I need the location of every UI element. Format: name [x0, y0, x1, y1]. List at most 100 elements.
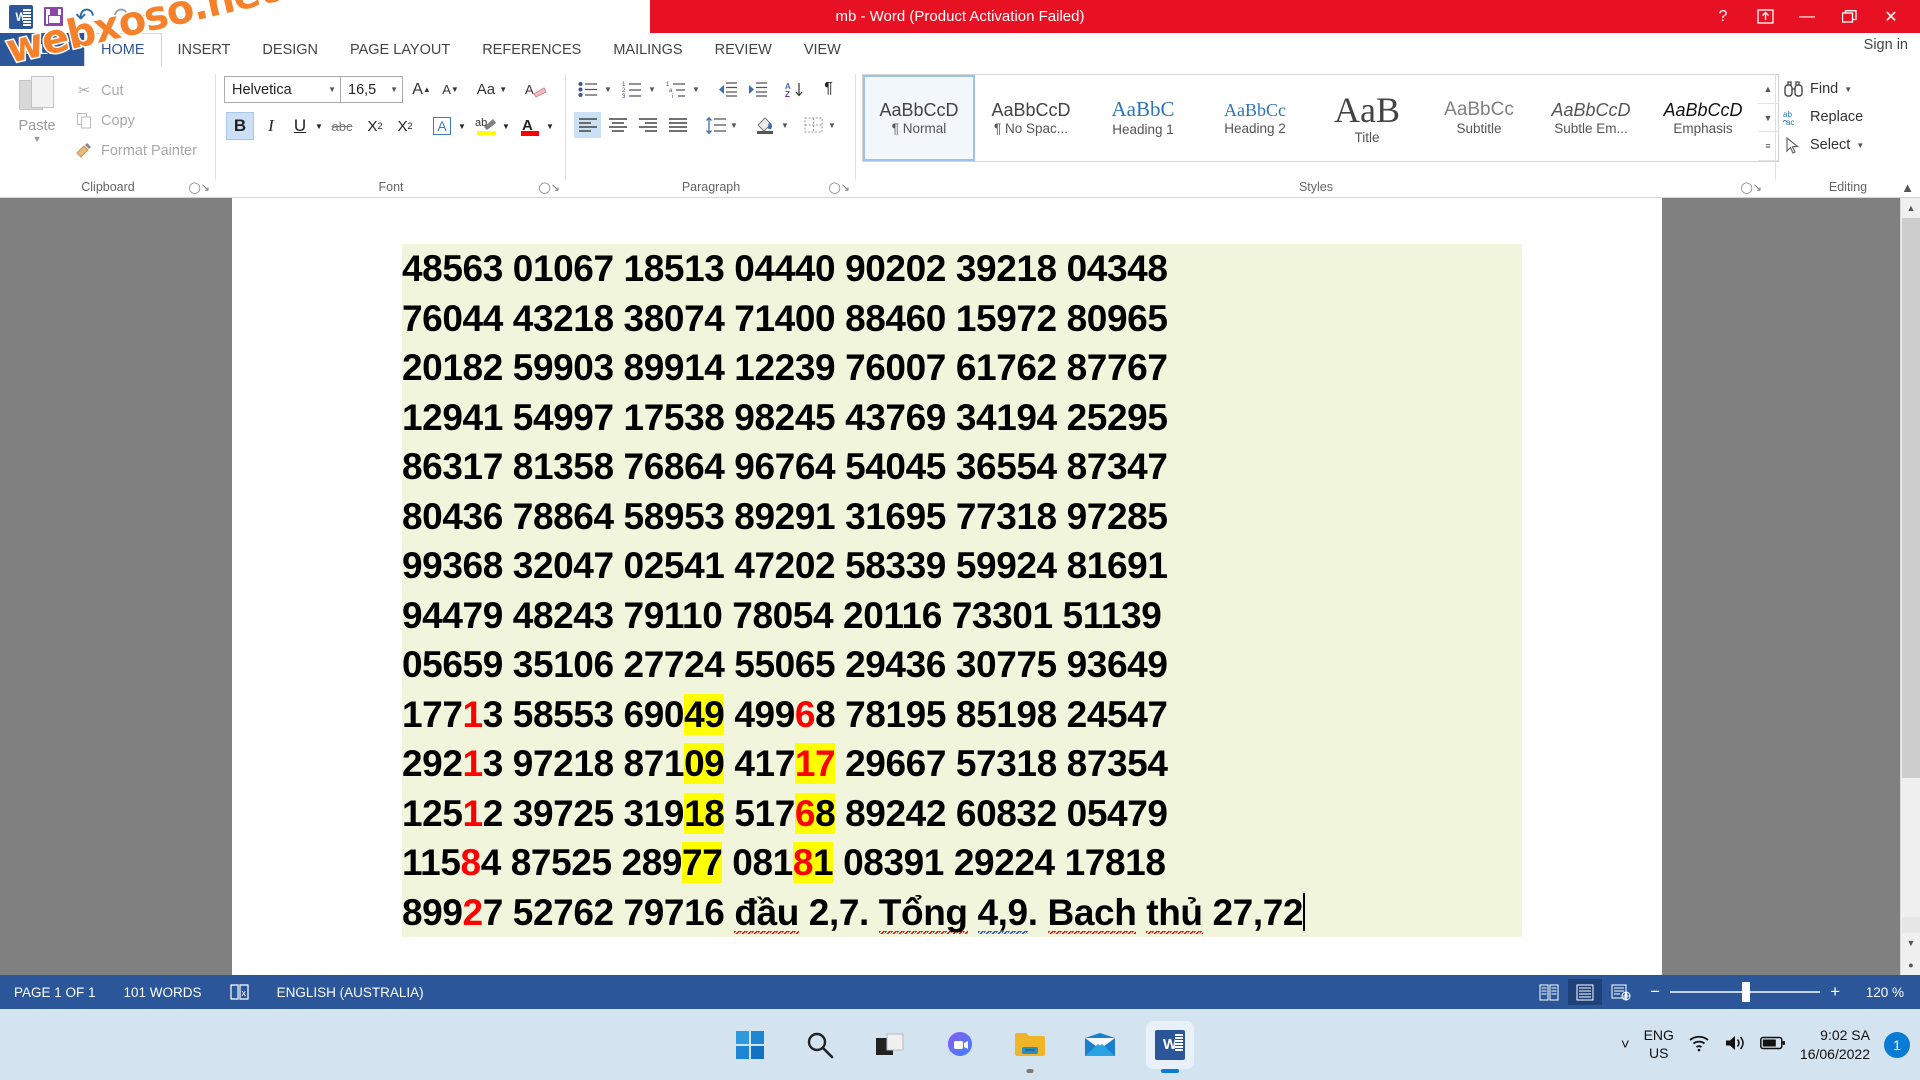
- numbering-icon[interactable]: 123: [618, 76, 645, 102]
- ribbon-display-options-icon[interactable]: [1744, 0, 1786, 33]
- document-line[interactable]: 11584 87525 28977 08181 08391 29224 1781…: [402, 838, 1522, 888]
- scrollbar-thumb[interactable]: [1902, 218, 1920, 778]
- shading-icon[interactable]: [752, 112, 779, 138]
- read-mode-icon[interactable]: [1532, 979, 1566, 1005]
- start-button[interactable]: [726, 1021, 774, 1069]
- file-explorer-button[interactable]: [1006, 1021, 1054, 1073]
- volume-icon[interactable]: [1724, 1034, 1746, 1055]
- strikethrough-button[interactable]: abc: [328, 112, 356, 140]
- document-line[interactable]: 29213 97218 87109 41717 29667 57318 8735…: [402, 739, 1522, 789]
- borders-dropdown-icon[interactable]: ▼: [826, 112, 838, 138]
- bold-button[interactable]: B: [226, 112, 254, 140]
- copy-button[interactable]: Copy: [74, 108, 135, 133]
- tab-file[interactable]: FILE: [0, 33, 84, 66]
- clipboard-dialog-launcher-icon[interactable]: ◯↘: [188, 181, 210, 194]
- document-line[interactable]: 86317 81358 76864 96764 54045 36554 8734…: [402, 442, 1522, 492]
- minimize-icon[interactable]: —: [1786, 0, 1828, 33]
- scroll-down-icon[interactable]: ▼: [1901, 933, 1920, 953]
- tab-review[interactable]: REVIEW: [699, 33, 788, 66]
- document-line[interactable]: 12941 54997 17538 98245 43769 34194 2529…: [402, 392, 1522, 442]
- font-color-dropdown-icon[interactable]: ▼: [543, 112, 557, 140]
- undo-icon[interactable]: ↶: [70, 3, 100, 31]
- document-line[interactable]: 80436 78864 58953 89291 31695 77318 9728…: [402, 491, 1522, 541]
- style-no-spacing[interactable]: AaBbCcD ¶ No Spac...: [975, 75, 1087, 161]
- scroll-up-icon[interactable]: ▲: [1901, 198, 1920, 218]
- sign-in-button[interactable]: Sign in: [1864, 37, 1908, 53]
- document-line[interactable]: 76044 43218 38074 71400 88460 15972 8096…: [402, 293, 1522, 343]
- word-count[interactable]: 101 WORDS: [110, 985, 216, 1000]
- font-size-dropdown-icon[interactable]: ▼: [390, 85, 398, 94]
- style-heading-2[interactable]: AaBbCc Heading 2: [1199, 75, 1311, 161]
- page-indicator[interactable]: PAGE 1 OF 1: [0, 985, 110, 1000]
- document-line[interactable]: 94479 48243 79110 78054 20116 73301 5113…: [402, 590, 1522, 640]
- language-indicator-tray[interactable]: ENG US: [1644, 1027, 1674, 1062]
- battery-icon[interactable]: [1759, 1036, 1786, 1053]
- bullets-icon[interactable]: [574, 76, 601, 102]
- document-page[interactable]: 48563 01067 18513 04440 90202 39218 0434…: [232, 198, 1662, 975]
- style-subtitle[interactable]: AaBbCc Subtitle: [1423, 75, 1535, 161]
- document-line[interactable]: 12512 39725 31918 51768 89242 60832 0547…: [402, 788, 1522, 838]
- print-layout-icon[interactable]: [1568, 979, 1603, 1005]
- align-right-icon[interactable]: [634, 112, 661, 138]
- task-view-button[interactable]: [866, 1021, 914, 1069]
- font-name-input[interactable]: Helvetica ▼: [224, 76, 341, 103]
- tab-references[interactable]: REFERENCES: [466, 33, 597, 66]
- close-icon[interactable]: ✕: [1870, 0, 1912, 33]
- language-indicator[interactable]: ENGLISH (AUSTRALIA): [263, 985, 438, 1000]
- line-spacing-dropdown-icon[interactable]: ▼: [728, 112, 740, 138]
- chevron-up-icon[interactable]: ˅: [1621, 1036, 1630, 1053]
- numbering-dropdown-icon[interactable]: ▼: [646, 76, 658, 102]
- style-title[interactable]: AaB Title: [1311, 75, 1423, 161]
- document-line[interactable]: 05659 35106 27724 55065 29436 30775 9364…: [402, 640, 1522, 690]
- vertical-scrollbar[interactable]: ▲ ▼ ●: [1900, 198, 1920, 975]
- tab-insert[interactable]: INSERT: [162, 33, 247, 66]
- tab-view[interactable]: VIEW: [788, 33, 857, 66]
- show-formatting-marks-icon[interactable]: ¶: [815, 76, 842, 102]
- highlight-dropdown-icon[interactable]: ▼: [499, 112, 513, 140]
- multilevel-list-icon[interactable]: 1ai: [662, 76, 689, 102]
- font-dialog-launcher-icon[interactable]: ◯↘: [538, 181, 560, 194]
- zoom-slider[interactable]: − +: [1650, 982, 1840, 1002]
- proofing-errors-icon[interactable]: x: [216, 984, 263, 1000]
- paragraph-dialog-launcher-icon[interactable]: ◯↘: [828, 181, 850, 194]
- tab-home[interactable]: HOME: [84, 33, 162, 66]
- undo-dropdown-icon[interactable]: ▼: [99, 20, 106, 33]
- tab-design[interactable]: DESIGN: [246, 33, 334, 66]
- collapse-ribbon-icon[interactable]: ▲: [1901, 180, 1914, 195]
- font-size-input[interactable]: 16,5 ▼: [341, 76, 403, 103]
- document-line[interactable]: 20182 59903 89914 12239 76007 61762 8776…: [402, 343, 1522, 393]
- find-dropdown-icon[interactable]: ▼: [1844, 85, 1852, 94]
- zoom-out-button[interactable]: −: [1650, 982, 1660, 1002]
- shading-dropdown-icon[interactable]: ▼: [779, 112, 791, 138]
- select-dropdown-icon[interactable]: ▼: [1856, 141, 1864, 150]
- scroll-page-down-icon[interactable]: ●: [1901, 955, 1920, 975]
- underline-dropdown-icon[interactable]: ▼: [312, 112, 326, 140]
- underline-button[interactable]: U: [286, 112, 314, 140]
- grow-font-button[interactable]: A ▲: [408, 76, 435, 103]
- decrease-indent-icon[interactable]: [714, 76, 741, 102]
- restore-icon[interactable]: [1828, 0, 1870, 33]
- subscript-button[interactable]: X2: [361, 112, 389, 140]
- zoom-in-button[interactable]: +: [1830, 982, 1840, 1002]
- clear-formatting-icon[interactable]: A: [521, 76, 551, 103]
- document-line[interactable]: 48563 01067 18513 04440 90202 39218 0434…: [402, 244, 1522, 294]
- mail-button[interactable]: [1076, 1021, 1124, 1069]
- find-button[interactable]: Find ▼: [1782, 76, 1852, 102]
- multilevel-dropdown-icon[interactable]: ▼: [690, 76, 702, 102]
- notification-badge[interactable]: 1: [1884, 1031, 1910, 1058]
- style-normal[interactable]: AaBbCcD ¶ Normal: [863, 75, 975, 161]
- tab-page-layout[interactable]: PAGE LAYOUT: [334, 33, 466, 66]
- document-line[interactable]: 99368 32047 02541 47202 58339 59924 8169…: [402, 541, 1522, 591]
- styles-dialog-launcher-icon[interactable]: ◯↘: [1740, 181, 1762, 194]
- document-text[interactable]: 48563 01067 18513 04440 90202 39218 0434…: [402, 244, 1522, 937]
- zoom-track[interactable]: [1670, 982, 1821, 1002]
- bullets-dropdown-icon[interactable]: ▼: [602, 76, 614, 102]
- align-left-icon[interactable]: [574, 112, 601, 138]
- replace-button[interactable]: ab ac Replace: [1782, 104, 1863, 130]
- help-icon[interactable]: ?: [1702, 0, 1744, 33]
- increase-indent-icon[interactable]: [744, 76, 771, 102]
- cut-button[interactable]: ✂ Cut: [74, 78, 124, 103]
- chat-button[interactable]: [936, 1021, 984, 1069]
- change-case-button[interactable]: Aa ▼: [472, 76, 512, 103]
- word-taskbar-button[interactable]: W: [1146, 1020, 1194, 1073]
